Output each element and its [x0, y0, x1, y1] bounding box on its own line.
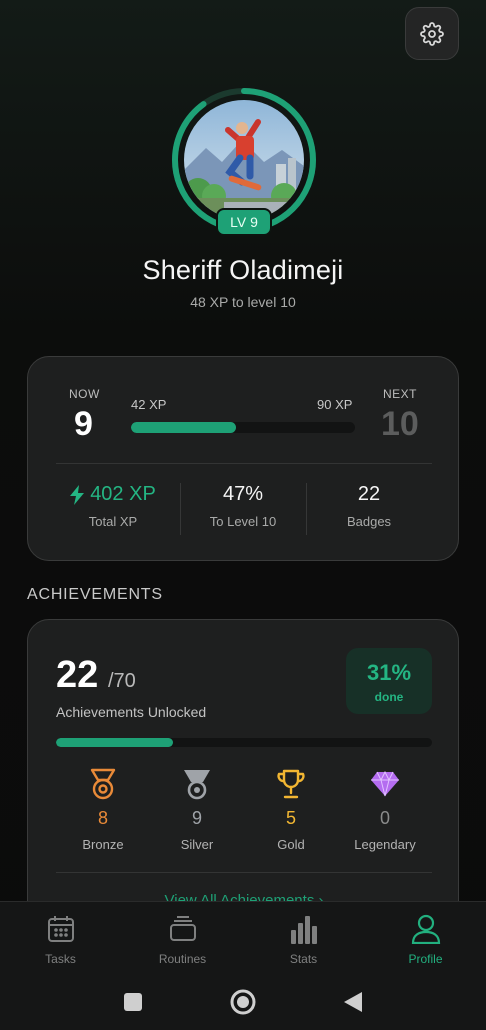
- level-badge: LV 9: [216, 208, 272, 236]
- achievements-progress-fill: [56, 738, 173, 747]
- completion-label: done: [374, 690, 404, 704]
- total-xp-stat: 402 XP Total XP: [50, 483, 176, 529]
- nav-label-tasks: Tasks: [45, 952, 76, 966]
- to-level-label: To Level 10: [209, 514, 277, 529]
- square-icon: [124, 993, 142, 1011]
- home-button[interactable]: [228, 987, 258, 1017]
- total-xp-label: Total XP: [88, 514, 138, 529]
- nav-label-profile: Profile: [408, 952, 443, 966]
- stack-icon: [169, 916, 196, 941]
- tier-silver[interactable]: 9 Silver: [150, 768, 244, 852]
- nav-tab-routines[interactable]: Routines: [122, 914, 243, 966]
- nav-label-stats: Stats: [289, 952, 318, 966]
- achievements-section-title: ACHIEVEMENTS: [27, 586, 163, 603]
- gear-icon: [420, 21, 444, 46]
- level-card: NOW 9 NEXT 10 42 XP 90 XP 402 XP Total X…: [27, 356, 459, 561]
- legendary-label: Legendary: [354, 837, 416, 852]
- bronze-label: Bronze: [82, 837, 124, 852]
- xp-start: 42 XP: [131, 397, 167, 412]
- silver-label: Silver: [180, 837, 214, 852]
- gold-label: Gold: [277, 837, 305, 852]
- xp-end: 90 XP: [317, 397, 353, 412]
- next-label: NEXT: [383, 387, 418, 401]
- gold-count: 5: [285, 808, 296, 828]
- achievements-total: /70: [108, 670, 136, 692]
- divider: [56, 872, 432, 873]
- system-navigation-bar: [0, 973, 486, 1030]
- now-label: NOW: [69, 387, 100, 401]
- bronze-medal-icon: [90, 768, 116, 800]
- bottom-navigation: Tasks Routines Stats Profile: [0, 901, 486, 973]
- lightning-bolt-icon: [70, 484, 85, 505]
- bar-chart-icon: [290, 916, 317, 944]
- nav-tab-tasks[interactable]: Tasks: [0, 914, 121, 966]
- completion-percent: 31%: [366, 660, 412, 685]
- avatar-skateboarder-image: [184, 100, 304, 220]
- to-level-value: 47%: [222, 483, 264, 505]
- divider: [56, 463, 432, 464]
- back-button[interactable]: [338, 987, 368, 1017]
- nav-tab-profile[interactable]: Profile: [365, 914, 486, 966]
- to-level-stat: 47% To Level 10: [180, 483, 306, 529]
- silver-medal-icon: [184, 770, 210, 800]
- settings-button[interactable]: [405, 7, 459, 60]
- level-progress-bar: [131, 422, 355, 433]
- silver-count: 9: [191, 808, 202, 828]
- triangle-back-icon: [344, 992, 362, 1012]
- calendar-icon: [47, 916, 74, 942]
- bronze-count: 8: [97, 808, 108, 828]
- achievements-subtitle: Achievements Unlocked: [56, 704, 207, 720]
- current-level: 9: [74, 405, 93, 443]
- total-xp-value: 402 XP: [90, 483, 156, 505]
- user-icon: [411, 914, 440, 944]
- badges-stat: 22 Badges: [306, 483, 432, 529]
- user-name: Sheriff Oladimeji: [142, 255, 344, 285]
- achievements-progress-bar: [56, 738, 432, 747]
- level-progress-fill: [131, 422, 237, 433]
- recents-button[interactable]: [118, 987, 148, 1017]
- xp-to-next-level: 48 XP to level 10: [190, 294, 296, 310]
- badges-label: Badges: [346, 514, 392, 529]
- nav-label-routines: Routines: [158, 952, 207, 966]
- next-level: 10: [381, 405, 419, 443]
- achievements-unlocked-count: 22: [56, 654, 99, 696]
- diamond-icon: [371, 770, 399, 797]
- tier-bronze[interactable]: 8 Bronze: [56, 768, 150, 852]
- completion-badge: 31% done: [346, 648, 432, 714]
- tier-legendary[interactable]: 0 Legendary: [338, 768, 432, 852]
- profile-screen: LV 9 Sheriff Oladimeji 48 XP to level 10…: [0, 0, 486, 1030]
- badges-value: 22: [357, 483, 381, 505]
- circle-icon: [230, 989, 256, 1015]
- legendary-count: 0: [379, 808, 390, 828]
- tier-gold[interactable]: 5 Gold: [244, 768, 338, 852]
- gold-trophy-icon: [277, 769, 305, 799]
- nav-tab-stats[interactable]: Stats: [243, 914, 364, 966]
